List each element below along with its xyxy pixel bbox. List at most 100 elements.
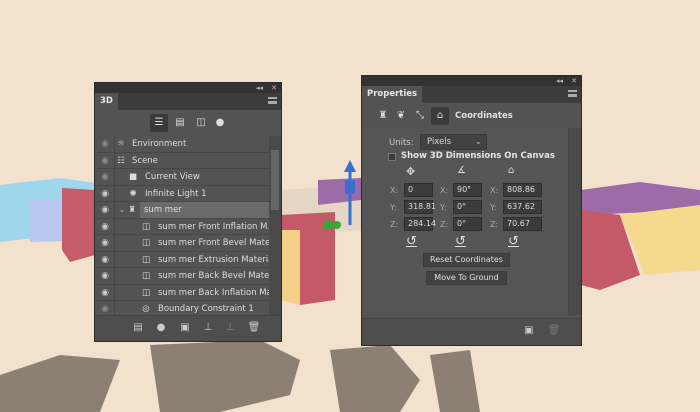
close-button[interactable]: ✕ (271, 83, 277, 93)
units-label: Units: (389, 138, 414, 148)
material-icon: ◫ (141, 221, 151, 232)
visibility-eye-icon[interactable]: ◉ (98, 252, 112, 268)
visibility-eye-icon[interactable]: ◉ (98, 219, 112, 235)
axis-label: X: (440, 186, 449, 195)
material-icon: ◫ (141, 271, 151, 281)
scale-y-input[interactable]: 637.62 (503, 200, 542, 214)
visibility-eye-icon[interactable]: ◉ (98, 301, 112, 315)
letter-shadow (330, 345, 420, 412)
list-item[interactable]: ◉ ■ Current View (95, 169, 281, 186)
render-icon[interactable]: ▣ (522, 325, 536, 336)
visibility-eye-icon[interactable]: ◉ (98, 136, 112, 152)
tab-3d[interactable]: 3D (95, 93, 118, 110)
scale-icon: ⌂ (508, 165, 515, 176)
rotation-icon: ∡ (457, 165, 466, 176)
visibility-eye-icon[interactable]: ◉ (98, 169, 112, 185)
cap-tab-icon[interactable]: ⤡ (411, 107, 429, 125)
list-item[interactable]: ◉ ☼ Environment (95, 136, 281, 153)
filter-mesh-icon[interactable]: ▤ (171, 114, 189, 132)
filter-light-icon[interactable]: ● (211, 114, 229, 132)
visibility-eye-icon[interactable]: ◉ (98, 202, 112, 218)
axis-label: Z: (390, 220, 399, 229)
filter-material-icon[interactable]: ◫ (192, 114, 210, 132)
constraint-icon: ◎ (142, 304, 150, 314)
scene-list: ◉ ☼ Environment ◉ ☷ Scene ◉ ■ Current View ◉ ✺ I… (95, 136, 281, 315)
panel-menu-icon[interactable] (568, 90, 577, 97)
axis-label: Z: (440, 220, 449, 229)
delete-icon[interactable]: 🗑 (547, 325, 561, 336)
gizmo-handle (323, 220, 333, 230)
rotation-z-input[interactable]: 0° (453, 217, 482, 231)
list-item[interactable]: ◉ ◫ sum mer Back Inflation Ma... (95, 284, 281, 301)
delete-icon[interactable]: 🗑 (247, 322, 261, 333)
position-icon: ✥ (406, 165, 416, 178)
list-item[interactable]: ◉ ⌄ ♜ sum mer (95, 202, 281, 219)
scale-z-input[interactable]: 70.67 (503, 217, 542, 231)
show-dims-checkbox[interactable] (388, 153, 396, 161)
deform-tab-icon[interactable]: ❦ (392, 107, 410, 125)
axis-label: X: (490, 186, 499, 195)
rotation-x-input[interactable]: 90° (453, 183, 482, 197)
axis-label: Y: (390, 203, 397, 212)
position-x-input[interactable]: 0 (404, 183, 433, 197)
move-to-ground-button[interactable]: Move To Ground (426, 271, 507, 285)
collapse-button[interactable]: ◂◂ (256, 83, 263, 93)
visibility-eye-icon[interactable]: ◉ (98, 268, 112, 284)
units-select[interactable]: Pixels ⌄ (420, 134, 487, 150)
list-item[interactable]: ◉ ◎ Boundary Constraint 1 (95, 301, 281, 315)
render-icon[interactable]: ▣ (178, 322, 192, 333)
coordinates-tab-icon[interactable]: ⌂ (431, 107, 449, 125)
letter-shadow (0, 355, 120, 412)
rotation-y-input[interactable]: 0° (453, 200, 482, 214)
tab-properties[interactable]: Properties (362, 86, 423, 103)
list-item[interactable]: ◉ ◫ sum mer Front Inflation M... (95, 218, 281, 235)
scrollbar-thumb[interactable] (271, 150, 279, 210)
scrollbar[interactable] (569, 128, 581, 315)
section-title: Coordinates (455, 111, 513, 121)
units-value: Pixels (427, 137, 452, 147)
scene-icon: ☷ (117, 155, 125, 166)
constraint-icon[interactable]: ⊥ (223, 322, 237, 333)
camera-icon: ■ (128, 172, 138, 182)
material-icon: ◫ (141, 238, 151, 248)
light-icon: ✺ (129, 188, 137, 199)
drop-to-plane-icon[interactable]: ⊥ (201, 322, 215, 333)
properties-panel: ◂◂ ✕ Properties ♜ ❦ ⤡ ⌂ Coordinates Units… (361, 75, 582, 346)
close-button[interactable]: ✕ (571, 76, 577, 86)
3d-panel: ◂◂ ✕ 3D ☰ ▤ ◫ ● ◉ ☼ Environment ◉ ☷ Scene ◉ ■ C… (94, 82, 282, 342)
list-item[interactable]: ◉ ☷ Scene (95, 152, 281, 169)
show-dims-label: Show 3D Dimensions On Canvas (401, 151, 555, 161)
extruded-letter (62, 188, 95, 262)
letter-shadow (150, 340, 300, 412)
letter-shadow (430, 350, 480, 412)
gizmo-arrow (344, 160, 356, 172)
visibility-eye-icon[interactable]: ◉ (98, 235, 112, 251)
extruded-letter (281, 230, 300, 305)
axis-label: Z: (490, 220, 499, 229)
visibility-eye-icon[interactable]: ◉ (98, 186, 112, 202)
visibility-eye-icon[interactable]: ◉ (98, 285, 112, 301)
reset-position-icon[interactable]: ↺ (406, 234, 417, 249)
reset-coordinates-button[interactable]: Reset Coordinates (423, 253, 510, 267)
add-light-icon[interactable]: ● (154, 322, 168, 333)
axis-label: Y: (440, 203, 447, 212)
reset-scale-icon[interactable]: ↺ (508, 234, 519, 249)
visibility-eye-icon[interactable]: ◉ (98, 153, 112, 169)
filter-scene-icon[interactable]: ☰ (150, 114, 168, 132)
scrollbar[interactable] (269, 136, 281, 315)
list-item[interactable]: ◉ ◫ sum mer Back Bevel Material (95, 268, 281, 285)
position-z-input[interactable]: 284.14 (404, 217, 436, 231)
panel-menu-icon[interactable] (268, 97, 277, 104)
mesh-icon: ♜ (128, 205, 136, 215)
scale-x-input[interactable]: 808.86 (503, 183, 542, 197)
collapse-button[interactable]: ◂◂ (556, 76, 563, 86)
mesh-tab-icon[interactable]: ♜ (374, 107, 392, 125)
list-item[interactable]: ◉ ◫ sum mer Extrusion Material (95, 251, 281, 268)
reset-rotation-icon[interactable]: ↺ (455, 234, 466, 249)
material-icon: ◫ (141, 254, 151, 265)
axis-label: Y: (490, 203, 497, 212)
list-item[interactable]: ◉ ✺ Infinite Light 1 (95, 185, 281, 202)
add-mesh-icon[interactable]: ▤ (131, 322, 145, 333)
position-y-input[interactable]: 318.81 (404, 200, 436, 214)
list-item[interactable]: ◉ ◫ sum mer Front Bevel Mate... (95, 235, 281, 252)
